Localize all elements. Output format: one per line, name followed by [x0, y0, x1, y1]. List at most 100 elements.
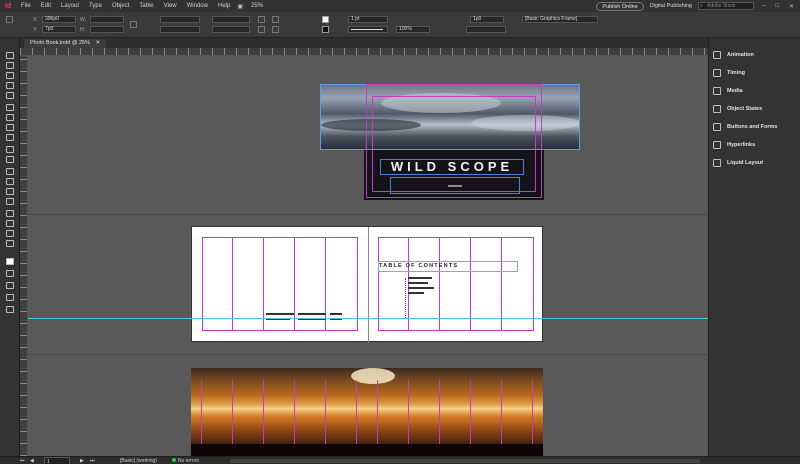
zoom-tool-icon[interactable] [6, 240, 14, 247]
caption-line[interactable] [330, 313, 342, 315]
eyedropper-tool-icon[interactable] [6, 220, 14, 227]
selection-tool-icon[interactable] [6, 52, 14, 59]
toc-spread[interactable]: TABLE OF CONTENTS [191, 226, 543, 343]
rotate-cw-icon[interactable] [258, 16, 265, 23]
stroke-weight-field[interactable]: 1 pt [348, 16, 388, 23]
object-style-dropdown[interactable]: [Basic Graphics Frame] [522, 16, 598, 23]
content-collector-icon[interactable] [6, 92, 14, 99]
caption-line[interactable] [298, 313, 326, 315]
view-options-icon[interactable]: ▣ [235, 3, 245, 10]
panel-object-states[interactable]: Object States [713, 102, 799, 116]
caption-line[interactable] [266, 313, 294, 315]
apply-none-icon[interactable] [6, 294, 14, 301]
panel-media[interactable]: Media [713, 84, 799, 98]
publish-online-button[interactable]: Publish Online [596, 1, 644, 11]
flip-horizontal-icon[interactable] [272, 16, 279, 23]
column-guide [294, 237, 326, 331]
page-number-field[interactable]: 1 [44, 457, 70, 464]
panel-buttons-and-forms[interactable]: Buttons and Forms [713, 120, 799, 134]
gap-tool-icon[interactable] [6, 82, 14, 89]
stroke-type-dropdown[interactable] [348, 26, 388, 33]
rectangle-frame-tool-icon[interactable] [6, 146, 14, 153]
maximize-icon[interactable]: □ [773, 3, 781, 9]
last-page-icon[interactable]: ⏭ [90, 457, 95, 464]
horizontal-ruler-guide[interactable] [28, 318, 708, 319]
tab-close-icon[interactable]: ✕ [96, 40, 101, 46]
gap-field[interactable]: 1p0 [470, 16, 504, 23]
scale-y-field[interactable] [160, 26, 200, 33]
free-transform-tool-icon[interactable] [6, 178, 14, 185]
menu-help[interactable]: Help [213, 3, 235, 9]
stroke-swatch-icon[interactable] [322, 26, 329, 33]
control-bar: X: 396p0 Y: 7p0 W: H: 1 pt 100% 1p0 [Bas… [0, 12, 800, 38]
base-style-label[interactable]: [Basic] (working) [120, 457, 157, 464]
direct-selection-tool-icon[interactable] [6, 62, 14, 69]
toc-entry[interactable] [408, 287, 434, 289]
menu-edit[interactable]: Edit [36, 3, 56, 9]
menu-type[interactable]: Type [84, 3, 107, 9]
sunset-photo-spread[interactable] [191, 368, 543, 456]
corner-field[interactable] [466, 26, 506, 33]
fill-stroke-swatch-icon[interactable] [6, 258, 14, 265]
gradient-swatch-tool-icon[interactable] [6, 188, 14, 195]
menu-layout[interactable]: Layout [56, 3, 84, 9]
panel-hyperlinks[interactable]: Hyperlinks [713, 138, 799, 152]
scale-x-field[interactable] [160, 16, 200, 23]
toc-entry[interactable] [408, 282, 428, 284]
height-field[interactable] [90, 26, 124, 33]
document-tab[interactable]: Photo Book.indd @ 25% ✕ [24, 39, 107, 48]
workspace-switcher[interactable]: Digital Publishing [650, 3, 692, 9]
width-field[interactable] [90, 16, 124, 23]
cover-title[interactable]: WILD SCOPE [380, 159, 524, 175]
rotate-ccw-icon[interactable] [258, 26, 265, 33]
constrain-proportions-icon[interactable] [130, 21, 137, 28]
panel-animation[interactable]: Animation [713, 48, 799, 62]
cover-rule [448, 185, 462, 187]
hand-tool-icon[interactable] [6, 230, 14, 237]
menu-bar: Id File Edit Layout Type Object Table Vi… [0, 0, 800, 12]
preflight-status[interactable]: No errors [172, 457, 199, 464]
close-icon[interactable]: ✕ [787, 3, 796, 10]
next-page-icon[interactable]: ▶ [80, 457, 84, 464]
x-field[interactable]: 396p0 [42, 16, 76, 23]
reference-point-icon[interactable] [6, 16, 13, 23]
screen-mode-icon[interactable] [6, 306, 14, 313]
menu-window[interactable]: Window [182, 3, 213, 9]
fill-swatch-icon[interactable] [322, 16, 329, 23]
gradient-feather-tool-icon[interactable] [6, 198, 14, 205]
search-field[interactable]: ⌕ Adobe Stock [698, 2, 754, 10]
panel-liquid-layout[interactable]: Liquid Layout [713, 156, 799, 170]
menu-file[interactable]: File [16, 3, 36, 9]
line-tool-icon[interactable] [6, 114, 14, 121]
w-label: W: [80, 17, 87, 23]
opacity-field[interactable]: 100% [396, 26, 430, 33]
pasteboard[interactable]: WILD SCOPE TABLE OF CONTENTS [28, 56, 708, 456]
flip-vertical-icon[interactable] [272, 26, 279, 33]
formatting-affects-container-icon[interactable] [6, 270, 14, 277]
rectangle-tool-icon[interactable] [6, 156, 14, 163]
menu-object[interactable]: Object [107, 3, 134, 9]
prev-page-icon[interactable]: ◀ [30, 457, 34, 464]
shear-field[interactable] [212, 26, 250, 33]
vertical-ruler[interactable] [20, 56, 28, 456]
toc-title[interactable]: TABLE OF CONTENTS [378, 261, 518, 272]
rotate-field[interactable] [212, 16, 250, 23]
horizontal-ruler[interactable] [20, 48, 708, 56]
zoom-level[interactable]: 25% [251, 3, 263, 9]
first-page-icon[interactable]: ⏮ [20, 457, 25, 464]
page-tool-icon[interactable] [6, 72, 14, 79]
y-field[interactable]: 7p0 [42, 26, 76, 33]
toc-entry[interactable] [408, 277, 432, 279]
minimize-icon[interactable]: – [760, 3, 767, 9]
apply-color-icon[interactable] [6, 282, 14, 289]
menu-table[interactable]: Table [134, 3, 158, 9]
note-tool-icon[interactable] [6, 210, 14, 217]
toc-entry[interactable] [408, 292, 424, 294]
scissors-tool-icon[interactable] [6, 168, 14, 175]
menu-view[interactable]: View [159, 3, 182, 9]
pen-tool-icon[interactable] [6, 124, 14, 131]
type-tool-icon[interactable] [6, 104, 14, 111]
pencil-tool-icon[interactable] [6, 134, 14, 141]
horizontal-scrollbar[interactable] [230, 459, 700, 463]
panel-timing[interactable]: Timing [713, 66, 799, 80]
